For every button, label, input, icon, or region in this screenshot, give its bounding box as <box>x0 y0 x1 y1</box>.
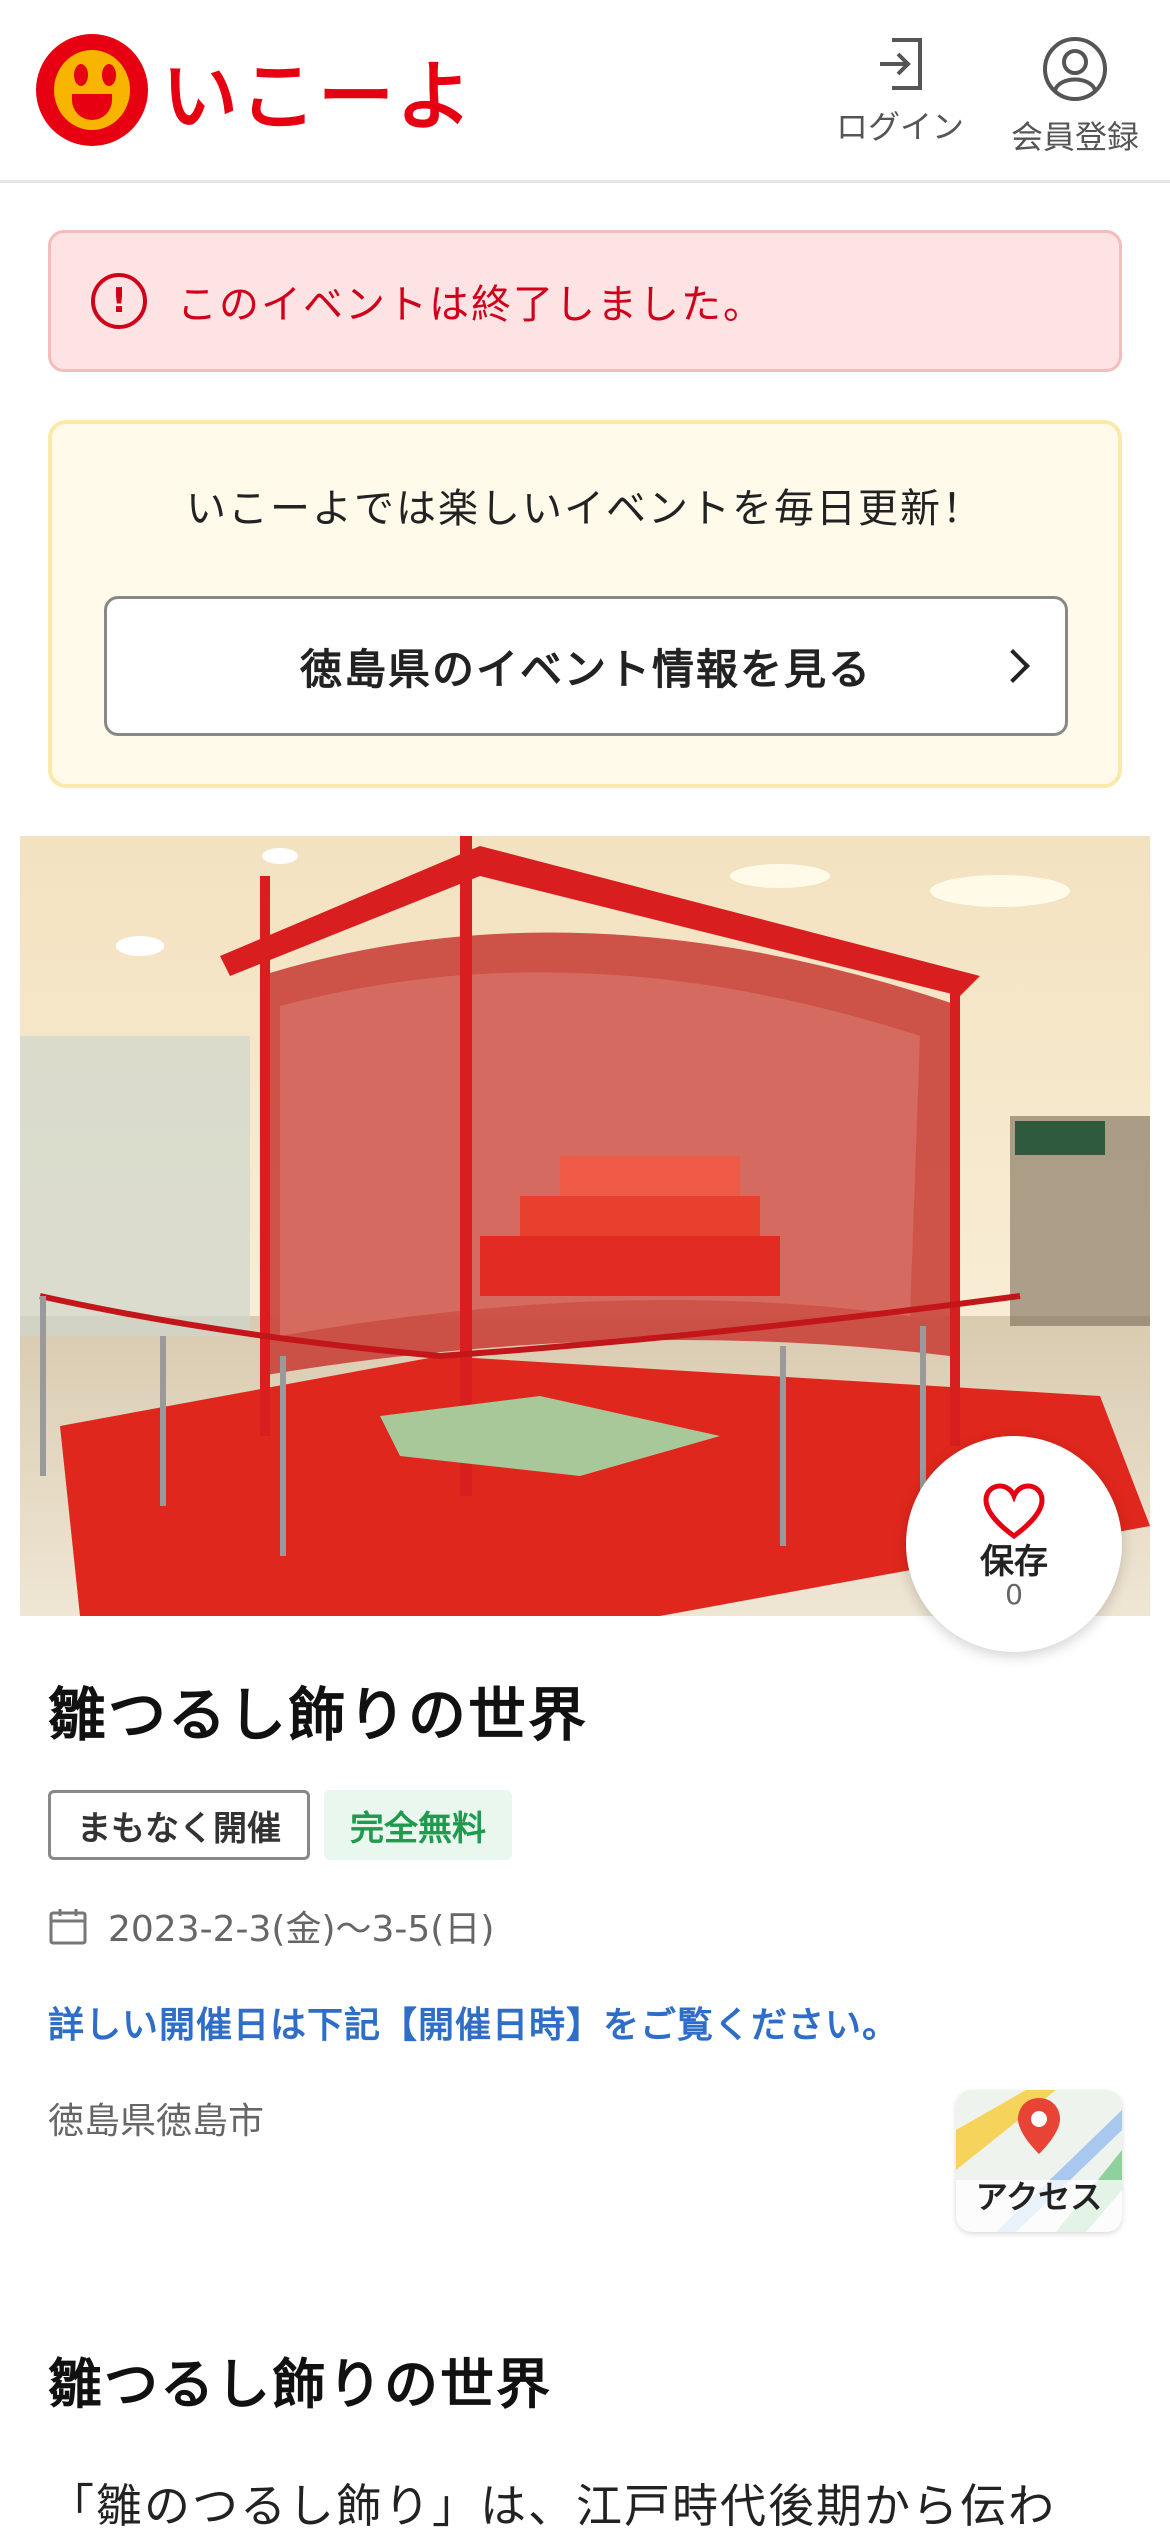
register-label: 会員登録 <box>1010 118 1139 156</box>
login-label: ログイン <box>835 108 964 146</box>
prefecture-events-button[interactable]: 徳島県のイベント情報を見る <box>104 596 1068 736</box>
prefecture-events-label: 徳島県のイベント情報を見る <box>299 644 872 694</box>
logo-mascot-icon <box>36 34 148 146</box>
save-label: 保存 <box>980 1542 1048 1582</box>
access-map-button[interactable]: アクセス <box>956 2090 1122 2232</box>
exclamation-circle-icon: ! <box>91 273 147 329</box>
promo-text: いこーよでは楽しいイベントを毎日更新！ <box>186 486 984 532</box>
event-date: 2023-2-3(金)〜3-5(日) <box>48 1900 494 1952</box>
event-date-text: 2023-2-3(金)〜3-5(日) <box>108 1909 495 1950</box>
login-icon <box>880 38 922 90</box>
login-button[interactable]: ログイン <box>830 36 970 148</box>
save-count: 0 <box>1005 1578 1023 1611</box>
event-tags: まもなく開催 完全無料 <box>48 1790 526 1860</box>
logo-text: いこーよ <box>162 52 474 141</box>
event-title: 雛つるし飾りの世界 <box>48 1681 589 1749</box>
register-button[interactable]: 会員登録 <box>1000 36 1150 158</box>
access-label: アクセス <box>975 2178 1103 2216</box>
tag-free: 完全無料 <box>324 1790 512 1860</box>
save-button[interactable]: 保存 0 <box>906 1436 1122 1652</box>
event-location: 徳島県徳島市 <box>48 2101 265 2142</box>
calendar-icon <box>49 1909 87 1945</box>
site-header: いこーよ ログイン 会員登録 <box>0 0 1170 183</box>
site-logo[interactable]: いこーよ <box>36 34 474 146</box>
event-ended-alert: ! このイベントは終了しました。 <box>48 230 1122 372</box>
heart-icon <box>983 1483 1045 1540</box>
section-title: 雛つるし飾りの世界 <box>48 2353 552 2416</box>
user-icon <box>1043 37 1107 101</box>
tag-coming-soon: まもなく開催 <box>48 1790 310 1860</box>
promo-box: いこーよでは楽しいイベントを毎日更新！ 徳島県のイベント情報を見る <box>48 420 1122 788</box>
chevron-right-icon <box>996 649 1030 683</box>
description-text: 「雛のつるし飾り」は、江戸時代後期から伝わ <box>48 2479 1056 2532</box>
schedule-detail-link[interactable]: 詳しい開催日は下記【開催日時】をご覧ください。 <box>48 1996 899 2048</box>
alert-text: このイベントは終了しました。 <box>177 282 765 328</box>
